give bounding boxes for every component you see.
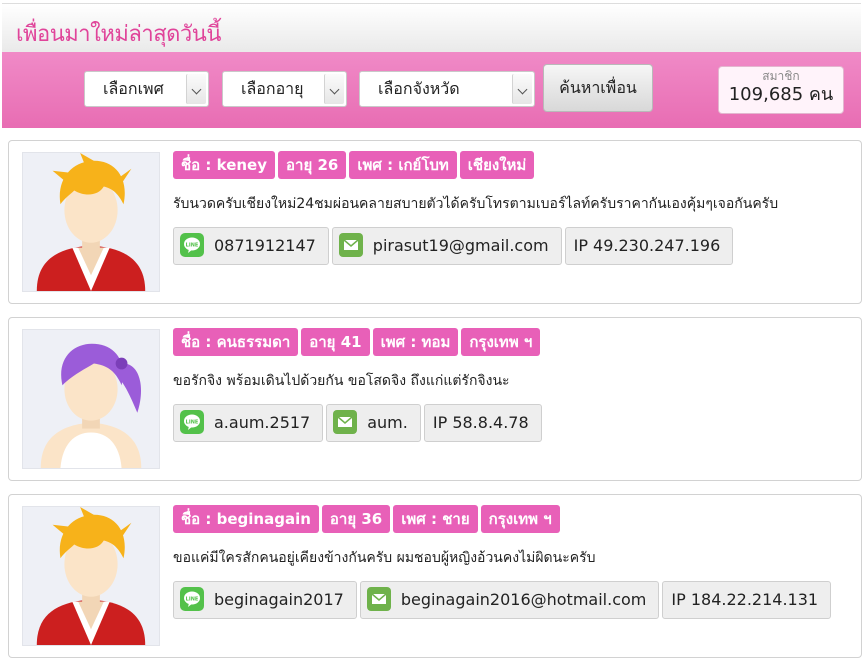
line-id: 0871912147 xyxy=(214,236,316,255)
line-icon: LINE xyxy=(180,409,204,434)
name-tag[interactable]: ชื่อ : คนธรรมดา xyxy=(173,328,299,356)
male-avatar-icon[interactable] xyxy=(22,506,160,646)
line-icon: LINE xyxy=(180,232,204,257)
province-select-value: เลือกจังหวัด xyxy=(378,79,460,98)
line-contact[interactable]: LINE 0871912147 xyxy=(173,227,329,265)
profile-description: ขอแค่มีใครสักคนอยู่เคียงข้างกันครับ ผมชอ… xyxy=(173,550,596,566)
gender-tag: เพศ : เกย์โบท xyxy=(349,151,457,179)
profile-card: ชื่อ : beginagain อายุ 36 เพศ : ชาย กรุงเทพ… xyxy=(8,494,862,658)
email-address: aum. xyxy=(367,413,408,432)
gender-select-value: เลือกเพศ xyxy=(103,79,164,98)
province-select[interactable]: เลือกจังหวัด xyxy=(359,71,535,107)
profile-card: ชื่อ : คนธรรมดา อายุ 41 เพศ : ทอม กรุงเทพ ฯ… xyxy=(8,317,862,481)
email-contact[interactable]: aum. xyxy=(326,404,421,442)
member-label: สมาชิก xyxy=(762,69,800,83)
gender-tag: เพศ : ทอม xyxy=(372,328,459,356)
female-avatar-icon[interactable] xyxy=(22,329,160,469)
profile-tags: ชื่อ : คนธรรมดา อายุ 41 เพศ : ทอม กรุงเทพ ฯ xyxy=(173,328,543,356)
name-tag[interactable]: ชื่อ : beginagain xyxy=(173,505,319,533)
profile-tags: ชื่อ : keney อายุ 26 เพศ : เกย์โบท เชียงใหม… xyxy=(173,151,537,179)
male-avatar-icon[interactable] xyxy=(22,152,160,292)
filter-bar: เลือกเพศ เลือกอายุ เลือกจังหวัด ค้นหาเพื… xyxy=(2,52,861,128)
chevron-down-icon[interactable] xyxy=(512,74,532,104)
chevron-down-icon[interactable] xyxy=(324,74,344,104)
line-contact[interactable]: LINE a.aum.2517 xyxy=(173,404,324,442)
profile-description: ขอรักจิง พร้อมเดินไปด้วยกัน ขอโสดจิง ถึง… xyxy=(173,373,510,389)
age-select[interactable]: เลือกอายุ xyxy=(222,71,347,107)
province-tag: กรุงเทพ ฯ xyxy=(480,505,560,533)
mail-icon xyxy=(333,409,358,434)
age-tag: อายุ 36 xyxy=(321,505,391,533)
ip-address: IP 58.8.4.78 xyxy=(423,404,542,442)
province-tag: เชียงใหม่ xyxy=(459,151,535,179)
email-contact[interactable]: pirasut19@gmail.com xyxy=(331,227,562,265)
svg-text:LINE: LINE xyxy=(186,242,199,248)
svg-text:LINE: LINE xyxy=(186,596,199,602)
line-contact[interactable]: LINE beginagain2017 xyxy=(173,581,357,619)
age-tag: อายุ 41 xyxy=(301,328,370,356)
contact-row: LINE 0871912147 pirasut19@gmail.com IP 4… xyxy=(173,227,736,265)
header-bar: เพื่อนมาใหม่ล่าสุดวันนี้ xyxy=(2,3,861,53)
svg-text:LINE: LINE xyxy=(186,419,199,425)
province-tag: กรุงเทพ ฯ xyxy=(461,328,541,356)
member-count-box: สมาชิก 109,685 คน xyxy=(718,66,844,114)
email-address: beginagain2016@hotmail.com xyxy=(400,590,647,609)
mail-icon xyxy=(366,586,391,611)
contact-row: LINE beginagain2017 beginagain2016@hotma… xyxy=(173,581,834,619)
email-contact[interactable]: beginagain2016@hotmail.com xyxy=(359,581,660,619)
profile-tags: ชื่อ : beginagain อายุ 36 เพศ : ชาย กรุงเทพ… xyxy=(173,505,563,533)
ip-address: IP 184.22.214.131 xyxy=(662,581,832,619)
line-id: a.aum.2517 xyxy=(214,413,311,432)
mail-icon xyxy=(338,232,363,257)
age-select-value: เลือกอายุ xyxy=(241,79,304,98)
email-address: pirasut19@gmail.com xyxy=(372,236,549,255)
age-tag: อายุ 26 xyxy=(278,151,347,179)
page-title: เพื่อนมาใหม่ล่าสุดวันนี้ xyxy=(16,22,221,47)
chevron-down-icon[interactable] xyxy=(186,74,206,104)
member-count: 109,685 คน xyxy=(728,84,834,105)
profile-card: ชื่อ : keney อายุ 26 เพศ : เกย์โบท เชียงใหม… xyxy=(8,140,862,304)
line-icon: LINE xyxy=(180,586,204,611)
ip-address: IP 49.230.247.196 xyxy=(564,227,734,265)
profile-description: รับนวดครับเชียงใหม่24ชมผ่อนคลายสบายตัวได… xyxy=(173,196,779,212)
search-friend-button[interactable]: ค้นหาเพื่อน xyxy=(543,64,653,112)
name-tag[interactable]: ชื่อ : keney xyxy=(173,151,276,179)
contact-row: LINE a.aum.2517 aum. IP 58.8.4.78 xyxy=(173,404,545,442)
line-id: beginagain2017 xyxy=(214,590,344,609)
gender-select[interactable]: เลือกเพศ xyxy=(84,71,209,107)
gender-tag: เพศ : ชาย xyxy=(393,505,478,533)
